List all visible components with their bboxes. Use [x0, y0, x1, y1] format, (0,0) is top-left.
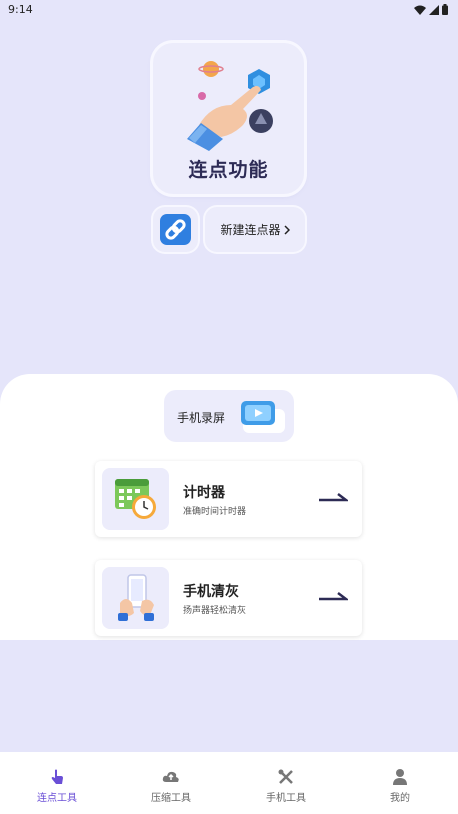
tap-icon	[51, 769, 63, 784]
dust-clean-title: 手机清灰	[183, 584, 239, 600]
link-icon	[160, 214, 191, 245]
screen-record-button[interactable]: 手机录屏	[164, 390, 294, 442]
video-player-icon	[241, 401, 285, 433]
battery-icon	[442, 4, 448, 15]
tools-icon	[278, 769, 293, 784]
link-button[interactable]	[153, 207, 198, 252]
bottom-tab-bar: 连点工具 压缩工具 手机工具 我的	[0, 752, 458, 814]
arrow-right-icon	[319, 592, 348, 601]
cloud-compress-icon	[162, 771, 179, 782]
screen-record-label: 手机录屏	[177, 411, 226, 425]
user-icon	[393, 769, 407, 785]
tab-mine-label: 我的	[390, 793, 410, 804]
new-clicker-label: 新建连点器	[220, 223, 281, 237]
hand-tap-illustration	[187, 61, 273, 151]
timer-title: 计时器	[183, 485, 225, 501]
tab-phone-tools-label: 手机工具	[266, 793, 306, 804]
tab-compress-tools[interactable]: 压缩工具	[114, 752, 228, 814]
tab-clicker-tools[interactable]: 连点工具	[0, 752, 114, 814]
hero-title: 连点功能	[188, 159, 269, 181]
status-bar: 9:14	[0, 0, 458, 20]
new-clicker-button[interactable]: 新建连点器	[205, 207, 305, 252]
system-icons	[414, 4, 448, 15]
timer-subtitle: 准确时间计时器	[183, 507, 247, 517]
timer-thumbnail	[102, 468, 169, 530]
tab-mine[interactable]: 我的	[343, 752, 457, 814]
calendar-clock-icon	[115, 479, 156, 519]
dust-clean-subtitle: 扬声器轻松清灰	[183, 606, 247, 616]
tab-phone-tools[interactable]: 手机工具	[229, 752, 343, 814]
clicker-feature-card[interactable]: 连点功能	[153, 43, 304, 194]
wifi-icon	[414, 5, 426, 15]
dust-clean-thumbnail	[102, 567, 169, 629]
arrow-right-icon	[319, 493, 348, 502]
tab-clicker-tools-label: 连点工具	[37, 793, 77, 804]
chevron-right-icon	[283, 224, 290, 235]
dust-clean-card[interactable]: 手机清灰 扬声器轻松清灰	[95, 560, 362, 636]
status-time: 9:14	[8, 3, 33, 16]
timer-card[interactable]: 计时器 准确时间计时器	[95, 461, 362, 537]
tab-compress-tools-label: 压缩工具	[151, 793, 191, 804]
signal-icon	[429, 4, 439, 15]
phone-in-hand-icon	[118, 574, 154, 621]
